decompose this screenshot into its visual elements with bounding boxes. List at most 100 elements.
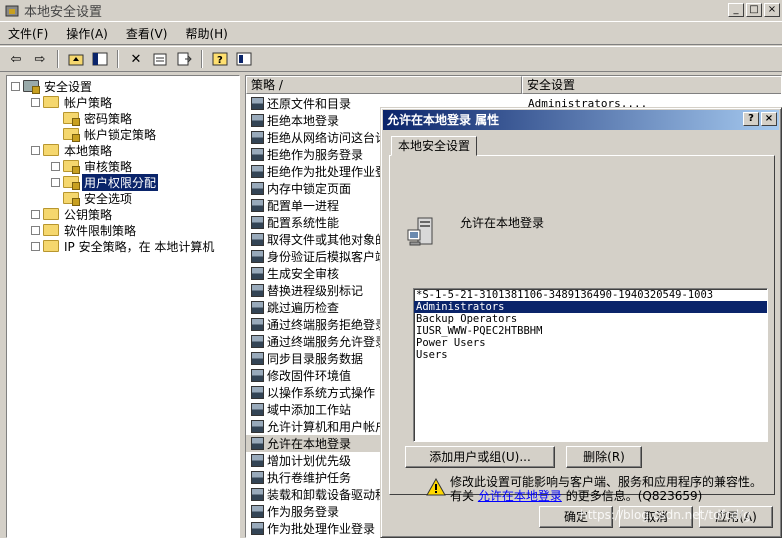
policy-icon (251, 216, 264, 229)
apply-button[interactable]: 应用(A) (699, 506, 773, 528)
menu-file[interactable]: 文件(F) (8, 25, 48, 42)
folder-icon (63, 192, 80, 206)
export-list-icon[interactable] (174, 49, 194, 69)
expand-icon[interactable] (31, 209, 40, 219)
forward-arrow-icon[interactable]: ⇨ (30, 49, 50, 69)
policy-icon (251, 488, 264, 501)
tree-item[interactable]: 用户权限分配 (51, 173, 159, 191)
policy-name-cell: 拒绝本地登录 (267, 114, 340, 128)
toolbar-separator (117, 50, 119, 68)
policy-icon (251, 165, 264, 178)
accounts-listbox[interactable]: *S-1-5-21-3101381106-3489136490-19403205… (413, 288, 768, 442)
back-arrow-icon[interactable]: ⇦ (6, 49, 26, 69)
policy-name-cell: 还原文件和目录 (267, 97, 352, 111)
policy-icon (251, 114, 264, 127)
policy-icon (251, 131, 264, 144)
tree-item-label: 帐户策略 (64, 95, 113, 110)
folder-icon (43, 240, 59, 252)
show-tree-icon[interactable] (90, 49, 110, 69)
folder-icon (43, 144, 59, 156)
tree-item[interactable]: 帐户锁定策略 (51, 126, 158, 142)
dialog-help-button[interactable]: ? (743, 112, 759, 126)
tree-item-label: 用户权限分配 (82, 173, 159, 191)
expand-icon[interactable] (51, 161, 60, 171)
tree-item-label: 帐户锁定策略 (84, 127, 157, 142)
policy-name-cell: 取得文件或其他对象的 (267, 233, 388, 247)
toolbar: ⇦ ⇨ ✕ ? (0, 46, 782, 72)
window-titlebar: 本地安全设置 _ □ × (0, 0, 782, 22)
menu-help[interactable]: 帮助(H) (185, 25, 227, 42)
tree-item[interactable]: 本地策略 (31, 142, 114, 158)
dialog-close-button[interactable]: × (761, 112, 777, 126)
account-item[interactable]: Administrators (414, 301, 767, 313)
policy-name-cell: 拒绝作为服务登录 (267, 148, 364, 162)
console-icon[interactable] (234, 49, 254, 69)
toolbar-separator (57, 50, 59, 68)
tree-pane[interactable]: 安全设置 帐户策略 密码策略 帐户锁定策略 本地策略 审核策略 用户权限分配 安全选项 公钥策略… (6, 75, 240, 538)
tree-item-label: 本地策略 (64, 143, 113, 158)
policy-icon (251, 182, 264, 195)
expand-icon[interactable] (51, 177, 60, 187)
tab-local-security-setting[interactable]: 本地安全设置 (391, 136, 478, 156)
cancel-button[interactable]: 取消 (619, 506, 693, 528)
remove-button[interactable]: 删除(R) (566, 446, 642, 468)
collapse-icon[interactable] (31, 145, 40, 155)
menu-action[interactable]: 操作(A) (66, 25, 108, 42)
warning-text: 修改此设置可能影响与客户端、服务和应用程序的兼容性。 有关 允许在本地登录 的更… (450, 475, 770, 503)
policy-name-cell: 域中添加工作站 (267, 403, 352, 417)
delete-icon[interactable]: ✕ (126, 49, 146, 69)
more-info-link[interactable]: 允许在本地登录 (478, 489, 562, 503)
add-user-or-group-button[interactable]: 添加用户或组(U)... (405, 446, 555, 468)
policy-name-cell: 允许计算机和用户帐户 (267, 420, 388, 434)
tree-item-label: 安全设置 (44, 79, 93, 94)
folder-icon (43, 224, 59, 236)
policy-icon (251, 267, 264, 280)
account-item[interactable]: Backup Operators (414, 313, 767, 325)
column-header-policy[interactable]: 策略 / (246, 76, 522, 94)
tree-item[interactable]: 审核策略 (51, 158, 134, 174)
policy-name-cell: 通过终端服务拒绝登录 (267, 318, 388, 332)
column-header-setting[interactable]: 安全设置 (522, 76, 781, 94)
expand-icon[interactable] (31, 241, 40, 251)
policy-name-cell: 通过终端服务允许登录 (267, 335, 388, 349)
policy-name-cell: 作为批处理作业登录 (267, 522, 376, 536)
policy-icon (251, 369, 264, 382)
tree-item[interactable]: 安全选项 (51, 190, 134, 206)
folder-icon (63, 112, 80, 126)
account-item[interactable]: *S-1-5-21-3101381106-3489136490-19403205… (414, 289, 767, 301)
tree-item[interactable]: 软件限制策略 (31, 222, 138, 238)
account-item[interactable]: Users (414, 349, 767, 361)
policy-icon (251, 301, 264, 314)
tree-item[interactable]: IP 安全策略，在 本地计算机 (31, 238, 216, 254)
tree-item[interactable]: 公钥策略 (31, 206, 114, 222)
tree-item-label: 密码策略 (84, 111, 133, 126)
policy-name-cell: 替换进程级别标记 (267, 284, 364, 298)
properties-icon[interactable] (150, 49, 170, 69)
policy-icon (251, 454, 264, 467)
account-item[interactable]: Power Users (414, 337, 767, 349)
tree-item[interactable]: 安全设置 (11, 78, 94, 94)
policy-name-cell: 跳过遍历检查 (267, 301, 340, 315)
policy-icon (251, 97, 264, 110)
folder-icon (23, 80, 40, 94)
maximize-button[interactable]: □ (746, 3, 762, 17)
account-item[interactable]: IUSR_WWW-PQEC2HTBBHM (414, 325, 767, 337)
collapse-icon[interactable] (31, 97, 40, 107)
up-folder-icon[interactable] (66, 49, 86, 69)
menu-view[interactable]: 查看(V) (126, 25, 168, 42)
dialog-title: 允许在本地登录 属性 (383, 110, 779, 130)
policy-name-cell: 同步目录服务数据 (267, 352, 364, 366)
ok-button[interactable]: 确定 (539, 506, 613, 528)
tree-item[interactable]: 密码策略 (51, 110, 134, 126)
help-icon[interactable]: ? (210, 49, 230, 69)
policy-icon (251, 284, 264, 297)
folder-icon (43, 208, 59, 220)
minimize-button[interactable]: _ (728, 3, 744, 17)
expand-icon[interactable] (31, 225, 40, 235)
tree-item[interactable]: 帐户策略 (31, 94, 114, 110)
collapse-icon[interactable] (11, 81, 20, 91)
close-button[interactable]: × (764, 3, 780, 17)
